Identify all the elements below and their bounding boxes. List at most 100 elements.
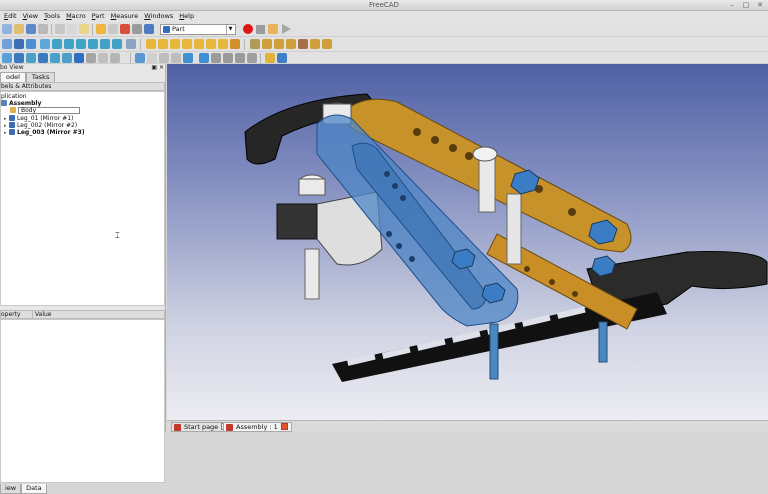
link-unlink-icon[interactable] <box>62 53 72 63</box>
cross-section-icon[interactable] <box>159 53 169 63</box>
part-torus-icon[interactable] <box>194 39 204 49</box>
part-sphere-icon[interactable] <box>170 39 180 49</box>
menu-tools[interactable]: Tools <box>44 11 60 22</box>
menu-macro[interactable]: Macro <box>66 11 86 22</box>
part-shape-builder-icon[interactable] <box>218 39 228 49</box>
tree-item-leg-01[interactable]: ▸ Leg_01 (Mirror #1) <box>4 115 73 122</box>
part-section-icon[interactable] <box>298 39 308 49</box>
tree-item-leg-002[interactable]: ▸ Leg_002 (Mirror #2) <box>4 122 77 129</box>
save-icon[interactable] <box>26 24 36 34</box>
menu-measure[interactable]: Measure <box>111 11 139 22</box>
body-rename-field[interactable]: Body <box>18 107 80 114</box>
menu-windows[interactable]: Windows <box>144 11 173 22</box>
link-make-icon[interactable] <box>26 53 36 63</box>
minimize-button[interactable]: – <box>728 1 736 9</box>
macro-run-icon[interactable] <box>282 24 291 34</box>
part-common-icon[interactable] <box>286 39 296 49</box>
part-cylinder-icon[interactable] <box>158 39 168 49</box>
fit-selection-icon[interactable] <box>14 39 24 49</box>
view-front-icon[interactable] <box>52 39 62 49</box>
whats-this-icon[interactable] <box>132 24 142 34</box>
part-fillet-icon[interactable] <box>310 39 320 49</box>
defeaturing-icon[interactable] <box>223 53 233 63</box>
part-boolean-icon[interactable] <box>250 39 260 49</box>
redo-icon[interactable] <box>108 24 118 34</box>
cut-icon[interactable] <box>55 24 65 34</box>
copy-icon[interactable] <box>67 24 77 34</box>
part-cone-icon[interactable] <box>182 39 192 49</box>
view-top-icon[interactable] <box>64 39 74 49</box>
check-geometry-icon[interactable] <box>211 53 221 63</box>
tab-model[interactable]: odel <box>0 72 26 82</box>
draw-style-icon[interactable] <box>26 39 36 49</box>
macro-record-icon[interactable] <box>243 24 253 34</box>
model-tree[interactable]: plication Assembly Body ▸ Leg_01 (Mirror … <box>0 91 165 306</box>
property-tabs: iew Data <box>0 484 47 494</box>
offset-icon[interactable] <box>171 53 181 63</box>
tree-item-label: Leg_002 (Mirror #2) <box>17 122 78 129</box>
maximize-button[interactable]: □ <box>742 1 750 9</box>
macro-edit-icon[interactable] <box>268 24 278 34</box>
part-fuse-icon[interactable] <box>274 39 284 49</box>
tree-item-body[interactable]: Body <box>10 107 80 114</box>
tree-item-application[interactable]: plication <box>1 93 27 100</box>
new-file-icon[interactable] <box>2 24 12 34</box>
view-left-icon[interactable] <box>112 39 122 49</box>
std-view-icon[interactable] <box>2 53 12 63</box>
menu-edit[interactable]: Edit <box>4 11 17 22</box>
3d-viewport[interactable] <box>167 64 768 420</box>
view-bottom-icon[interactable] <box>100 39 110 49</box>
macro-stop-icon[interactable] <box>256 25 265 34</box>
group-icon[interactable] <box>98 53 108 63</box>
workbench-label: Part <box>172 25 185 33</box>
section-icon[interactable] <box>147 53 157 63</box>
tree-item-leg-003[interactable]: ▸ Leg_003 (Mirror #3) <box>4 129 85 136</box>
mirror-icon[interactable] <box>135 53 145 63</box>
save-as-icon[interactable] <box>38 24 48 34</box>
link-replace-icon[interactable] <box>50 53 60 63</box>
link-relative-icon[interactable] <box>38 53 48 63</box>
menu-part[interactable]: Part <box>92 11 105 22</box>
close-button[interactable]: ✕ <box>756 1 764 9</box>
measure-distance-icon[interactable] <box>126 39 136 49</box>
tab-tasks[interactable]: Tasks <box>25 72 56 82</box>
menu-view[interactable]: View <box>23 11 38 22</box>
measure-clear-icon[interactable] <box>277 53 287 63</box>
measure-linear-icon[interactable] <box>247 53 257 63</box>
help-icon[interactable] <box>144 24 154 34</box>
part-extrude-icon[interactable] <box>230 39 240 49</box>
tab-assembly[interactable]: Assembly : 1 <box>223 422 292 432</box>
tab-view[interactable]: iew <box>0 484 22 494</box>
thickness-icon[interactable] <box>183 53 193 63</box>
view-isometric-icon[interactable] <box>40 39 50 49</box>
file-toolbar: Part ▼ <box>0 22 768 37</box>
undo-icon[interactable] <box>96 24 106 34</box>
panel-float-close-icon[interactable]: ▣ ✕ <box>151 64 164 72</box>
view-right-icon[interactable] <box>76 39 86 49</box>
axis-cross-icon[interactable] <box>14 53 24 63</box>
part-cut-icon[interactable] <box>262 39 272 49</box>
tab-data[interactable]: Data <box>21 484 47 494</box>
tree-item-assembly[interactable]: Assembly <box>1 100 41 107</box>
tree-item-label: Leg_01 (Mirror #1) <box>17 115 74 122</box>
measure-angular-icon[interactable] <box>265 53 275 63</box>
refresh-icon[interactable] <box>120 24 130 34</box>
link-import-icon[interactable] <box>74 53 84 63</box>
part-chamfer-icon[interactable] <box>322 39 332 49</box>
projection-icon[interactable] <box>199 53 209 63</box>
paste-icon[interactable] <box>79 24 89 34</box>
link-select-icon[interactable] <box>86 53 96 63</box>
attachment-icon[interactable] <box>235 53 245 63</box>
open-file-icon[interactable] <box>14 24 24 34</box>
part-primitives-icon[interactable] <box>206 39 216 49</box>
window-controls: – □ ✕ <box>728 1 764 9</box>
property-editor[interactable] <box>0 319 165 483</box>
combo-view-title-text: bo View <box>0 64 24 71</box>
fit-all-icon[interactable] <box>2 39 12 49</box>
part-container-icon[interactable] <box>110 53 120 63</box>
part-box-icon[interactable] <box>146 39 156 49</box>
menu-help[interactable]: Help <box>179 11 194 22</box>
close-tab-icon[interactable] <box>280 423 288 430</box>
view-rear-icon[interactable] <box>88 39 98 49</box>
workbench-selector[interactable]: Part ▼ <box>160 24 236 35</box>
